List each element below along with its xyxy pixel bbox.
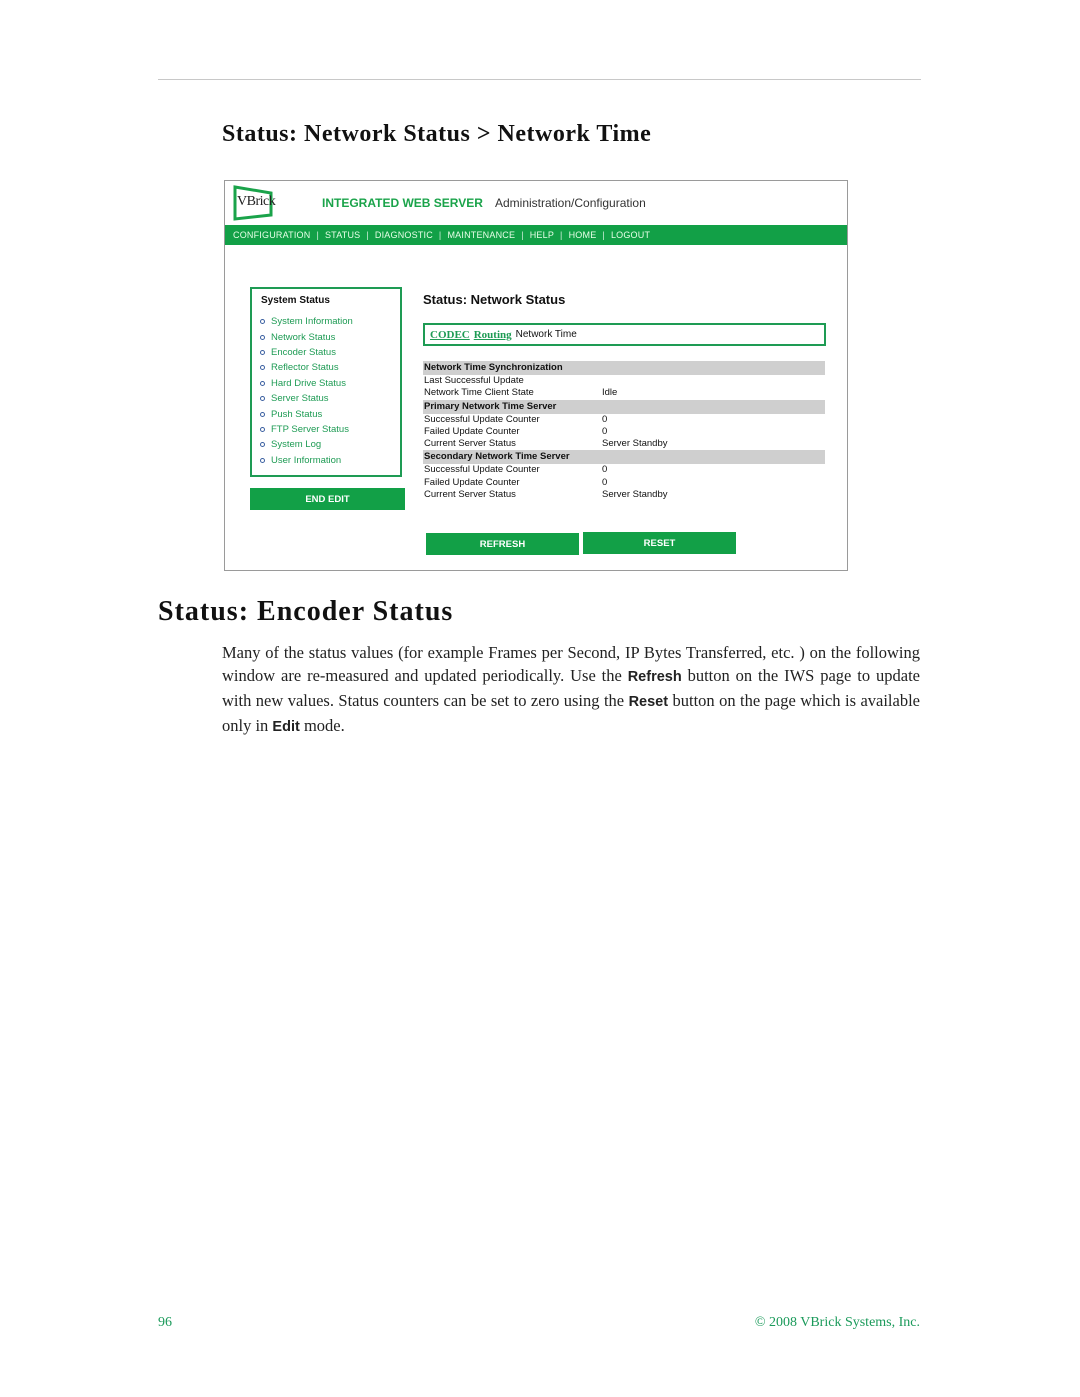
table-row: Failed Update Counter 0	[424, 425, 608, 437]
app-title: INTEGRATED WEB SERVER	[322, 196, 483, 210]
sidebar-item-server-status[interactable]: Server Status	[260, 391, 353, 406]
bullet-icon	[260, 457, 265, 463]
section-title: Status: Encoder Status	[158, 596, 454, 627]
sidebar-item-ftp-server-status[interactable]: FTP Server Status	[260, 422, 353, 437]
tab-network-time: Network Time	[515, 329, 577, 340]
table-row: Current Server Status Server Standby	[424, 489, 668, 501]
section-header: Primary Network Time Server	[423, 399, 825, 414]
sidebar-title: System Status	[261, 295, 330, 306]
header-rule	[158, 79, 921, 80]
table-row: Successful Update Counter 0	[424, 464, 608, 476]
tab-codec[interactable]: CODEC	[430, 329, 470, 341]
bullet-icon	[260, 442, 265, 448]
main-nav: CONFIGURATION | STATUS | DIAGNOSTIC | MAINT…	[225, 225, 847, 245]
subsection-title: Status: Network Status > Network Time	[222, 121, 652, 147]
copyright: © 2008 VBrick Systems, Inc.	[754, 1315, 920, 1330]
section-header: Secondary Network Time Server	[423, 450, 825, 465]
nav-configuration[interactable]: CONFIGURATION	[233, 230, 310, 240]
sidebar-item-network-status[interactable]: Network Status	[260, 329, 353, 344]
sidebar-item-system-log[interactable]: System Log	[260, 437, 353, 452]
table-row: Current Server Status Server Standby	[424, 438, 668, 450]
table-row: Failed Update Counter 0	[424, 476, 608, 488]
bullet-icon	[260, 411, 265, 417]
reset-term: Reset	[628, 694, 669, 710]
bullet-icon	[260, 349, 265, 355]
sidebar-item-user-information[interactable]: User Information	[260, 453, 353, 468]
content-title: Status: Network Status	[423, 292, 566, 307]
iws-screenshot: VBrick INTEGRATED WEB SERVER Administrat…	[224, 180, 848, 571]
sidebar-item-push-status[interactable]: Push Status	[260, 406, 353, 421]
nav-diagnostic[interactable]: DIAGNOSTIC	[375, 230, 433, 240]
nav-status[interactable]: STATUS	[325, 230, 360, 240]
app-subtitle: Administration/Configuration	[495, 196, 646, 210]
edit-term: Edit	[272, 719, 300, 735]
tab-routing[interactable]: Routing	[474, 329, 512, 341]
bullet-icon	[260, 365, 265, 371]
nav-help[interactable]: HELP	[530, 230, 554, 240]
bullet-icon	[260, 334, 265, 340]
sidebar-item-encoder-status[interactable]: Encoder Status	[260, 345, 353, 360]
bullet-icon	[260, 396, 265, 402]
sidebar-item-hard-drive-status[interactable]: Hard Drive Status	[260, 376, 353, 391]
nav-maintenance[interactable]: MAINTENANCE	[447, 230, 515, 240]
bullet-icon	[260, 319, 265, 325]
refresh-term: Refresh	[627, 669, 682, 685]
body-paragraph: Many of the status values (for example F…	[222, 643, 920, 735]
sidebar-item-reflector-status[interactable]: Reflector Status	[260, 360, 353, 375]
section-header: Network Time Synchronization	[423, 361, 825, 375]
reset-button[interactable]: RESET	[583, 532, 736, 554]
sub-tabs: CODEC Routing Network Time	[423, 323, 826, 346]
network-time-table: Network Time Synchronization Last Succes…	[423, 361, 825, 501]
logo-text: VBrick	[237, 194, 276, 209]
system-status-sidebar: System Status System Information Network…	[250, 287, 402, 477]
nav-home[interactable]: HOME	[569, 230, 597, 240]
refresh-button[interactable]: REFRESH	[426, 533, 579, 555]
page-number: 96	[158, 1315, 172, 1330]
end-edit-button[interactable]: END EDIT	[250, 488, 405, 510]
sidebar-item-system-information[interactable]: System Information	[260, 314, 353, 329]
nav-logout[interactable]: LOGOUT	[611, 230, 650, 240]
bullet-icon	[260, 426, 265, 432]
bullet-icon	[260, 380, 265, 386]
table-row: Successful Update Counter 0	[424, 413, 608, 425]
table-row: Network Time Client State Idle	[424, 387, 618, 399]
table-row: Last Successful Update	[424, 375, 524, 386]
